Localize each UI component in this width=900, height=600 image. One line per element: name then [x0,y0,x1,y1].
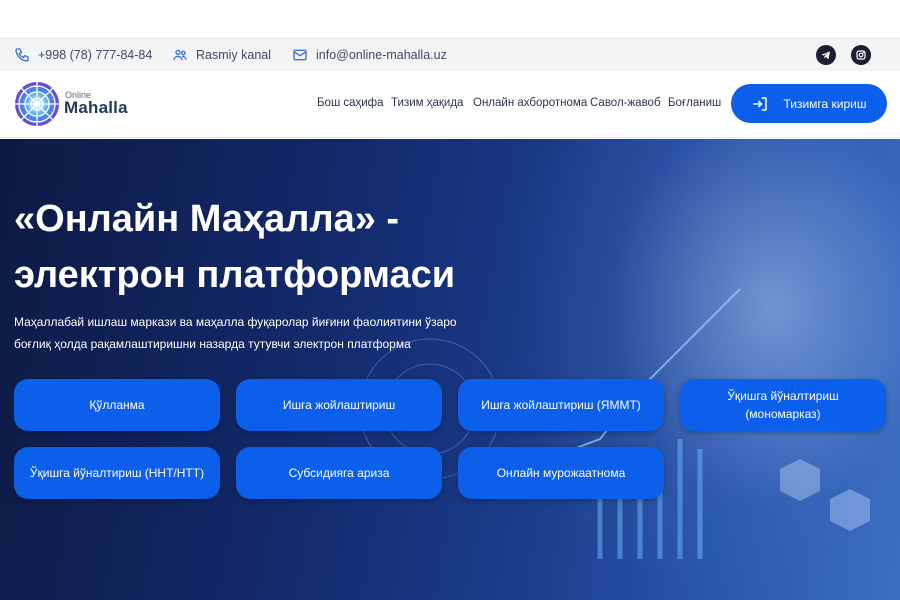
hero-banner: «Онлайн Маҳалла» - электрон платформаси … [0,139,900,600]
instagram-button[interactable] [851,45,871,65]
instagram-icon [856,50,866,60]
top-blank-area [0,0,900,38]
users-icon [173,49,187,61]
manual-button[interactable]: Қўлланма [14,379,220,431]
hero-subtitle: Маҳаллабай ишлаш маркази ва маҳалла фуқа… [14,315,457,351]
online-appeal-button-label: Онлайн мурожаатнома [496,466,626,480]
login-icon [753,96,768,111]
mail-icon [293,49,307,61]
nav-faq[interactable]: Савол-жавоб [590,97,661,109]
logo-title[interactable]: Mahalla [64,98,128,118]
online-appeal-button[interactable]: Онлайн мурожаатнома [458,447,664,499]
manual-button-label: Қўлланма [89,398,145,412]
employment-button-label: Ишга жойлаштириш [282,398,396,412]
subsidy-application-button-label: Субсидияга ариза [288,466,390,480]
phone-contact[interactable]: +998 (78) 777-84-84 [14,47,152,63]
site-header: Online Mahalla Бош саҳифа Тизим ҳақида О… [0,71,900,138]
telegram-icon [821,51,830,60]
mahalla-logo-icon[interactable] [14,81,60,127]
nav-bulletin[interactable]: Онлайн ахборотнома [473,97,587,109]
study-monocenter-button-label: Ўқишга йўналтириш (мономарказ) [727,389,839,421]
study-nnt-button-label: Ўқишга йўналтириш (ННТ/НТТ) [29,466,205,480]
phone-text: +998 (78) 777-84-84 [38,48,153,62]
official-channel-link[interactable]: Rasmiy kanal [172,47,271,63]
channel-text: Rasmiy kanal [196,48,272,62]
login-button[interactable]: Тизимга кириш [731,84,887,123]
study-nnt-button[interactable]: Ўқишга йўналтириш (ННТ/НТТ) [14,447,220,499]
email-text: info@online-mahalla.uz [316,48,447,62]
telegram-button[interactable] [816,45,836,65]
email-contact[interactable]: info@online-mahalla.uz [292,47,447,63]
employment-button[interactable]: Ишга жойлаштириш [236,379,442,431]
nav-home[interactable]: Бош саҳифа [317,97,384,109]
subsidy-application-button[interactable]: Субсидияга ариза [236,447,442,499]
hero-title-line-2: электрон платформаси [14,254,456,296]
employment-yammt-button-label: Ишга жойлаштириш (ЯММТ) [481,398,641,412]
info-bar: +998 (78) 777-84-84 Rasmiy kanal info@on… [0,38,900,71]
hero-title: «Онлайн Маҳалла» - электрон платформаси [14,191,534,303]
nav-contact[interactable]: Боғланиш [668,97,721,109]
phone-icon [15,48,29,62]
hero-title-line-1: «Онлайн Маҳалла» - [14,198,400,240]
login-label: Тизимга кириш [783,96,867,111]
employment-yammt-button[interactable]: Ишга жойлаштириш (ЯММТ) [458,379,664,431]
study-monocenter-button[interactable]: Ўқишга йўналтириш (мономарказ) [680,379,886,431]
nav-about[interactable]: Тизим ҳақида [391,97,463,109]
